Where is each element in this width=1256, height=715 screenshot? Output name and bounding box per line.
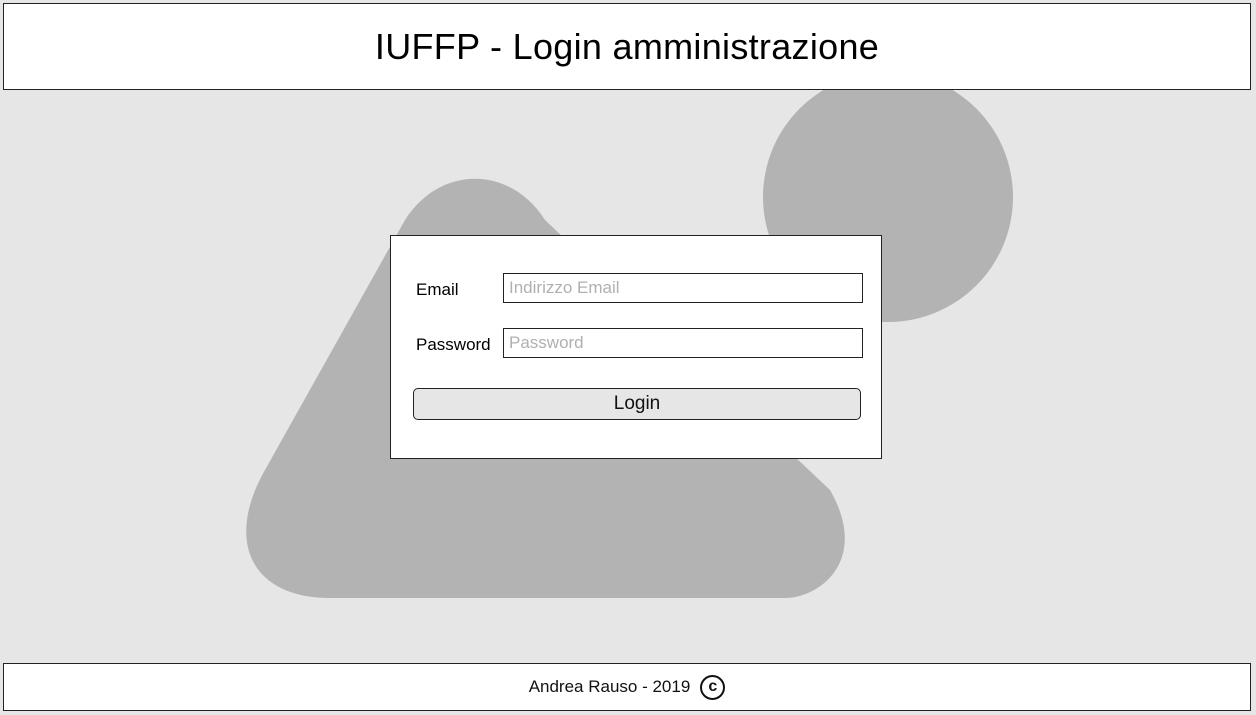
email-label: Email [416,280,459,299]
password-input[interactable] [503,328,863,358]
email-input[interactable] [503,273,863,303]
footer-credit: Andrea Rauso - 2019 [528,677,691,696]
page-footer: Andrea Rauso - 2019 c [3,663,1251,711]
password-label: Password [416,335,491,354]
login-button[interactable]: Login [413,388,861,420]
copyright-icon: c [700,674,726,700]
page-title: IUFFP - Login amministrazione [374,25,880,67]
page-header: IUFFP - Login amministrazione [3,3,1251,90]
login-form: Email Password Login [390,235,882,459]
